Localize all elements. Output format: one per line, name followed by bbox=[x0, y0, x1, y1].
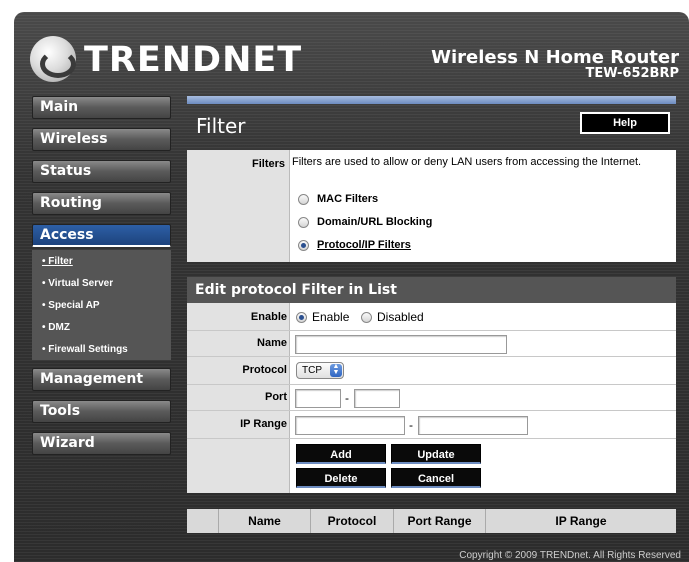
list-col-name: Name bbox=[219, 509, 311, 533]
list-col-protocol: Protocol bbox=[311, 509, 394, 533]
trendnet-logo-icon bbox=[30, 36, 76, 82]
submenu-item-virtual-server[interactable]: • Virtual Server bbox=[42, 278, 113, 289]
ip-range-label: IP Range bbox=[240, 418, 287, 430]
filters-label: Filters bbox=[187, 150, 290, 262]
disable-option-label[interactable]: Disabled bbox=[377, 310, 424, 324]
enable-label: Enable bbox=[250, 311, 287, 323]
page-title: Filter bbox=[196, 114, 246, 138]
protocol-select[interactable]: TCP ▲ ▼ bbox=[296, 362, 344, 379]
port-label: Port bbox=[265, 391, 287, 403]
list-col-ip-range: IP Range bbox=[555, 514, 607, 528]
sidebar-item-management[interactable]: Management bbox=[32, 368, 171, 391]
domain-url-blocking-label[interactable]: Domain/URL Blocking bbox=[317, 216, 432, 228]
row-divider bbox=[187, 356, 676, 357]
edit-section-title: Edit protocol Filter in List bbox=[187, 277, 676, 303]
main-header-strip bbox=[187, 96, 676, 104]
sidebar-item-status[interactable]: Status bbox=[32, 160, 171, 183]
ip-from-input[interactable] bbox=[295, 416, 405, 435]
select-arrows-icon: ▲ ▼ bbox=[330, 363, 342, 377]
port-separator: - bbox=[345, 391, 349, 405]
enable-radio[interactable] bbox=[296, 312, 307, 323]
add-button[interactable]: Add bbox=[296, 444, 386, 464]
sidebar-item-routing[interactable]: Routing bbox=[32, 192, 171, 215]
product-name: Wireless N Home Router bbox=[431, 47, 679, 68]
sidebar-item-main[interactable]: Main bbox=[32, 96, 171, 119]
row-divider bbox=[187, 438, 676, 439]
domain-url-blocking-radio[interactable] bbox=[298, 217, 309, 228]
model-name: TEW-652BRP bbox=[585, 66, 679, 81]
sidebar-item-wizard[interactable]: Wizard bbox=[32, 432, 171, 455]
disable-radio[interactable] bbox=[361, 312, 372, 323]
protocol-ip-filters-label[interactable]: Protocol/IP Filters bbox=[317, 239, 411, 251]
submenu-item-special-ap[interactable]: • Special AP bbox=[42, 300, 100, 311]
delete-button[interactable]: Delete bbox=[296, 468, 386, 488]
brand-logo-text: TRENDNET bbox=[84, 40, 303, 80]
filter-list-header: Name Protocol Port Range IP Range bbox=[187, 509, 676, 533]
sidebar-item-wireless[interactable]: Wireless bbox=[32, 128, 171, 151]
row-divider bbox=[187, 330, 676, 331]
cancel-button[interactable]: Cancel bbox=[391, 468, 481, 488]
ip-to-input[interactable] bbox=[418, 416, 528, 435]
row-divider bbox=[187, 410, 676, 411]
submenu-item-firewall-settings[interactable]: • Firewall Settings bbox=[42, 344, 128, 355]
submenu-item-dmz[interactable]: • DMZ bbox=[42, 322, 70, 333]
name-input[interactable] bbox=[295, 335, 507, 354]
update-button[interactable]: Update bbox=[391, 444, 481, 464]
sidebar-item-access[interactable]: Access bbox=[32, 224, 171, 247]
mac-filters-label[interactable]: MAC Filters bbox=[317, 193, 378, 205]
enable-option-label[interactable]: Enable bbox=[312, 310, 349, 324]
access-submenu: • Filter • Virtual Server • Special AP •… bbox=[32, 250, 171, 360]
ip-separator: - bbox=[409, 418, 413, 432]
help-button[interactable]: Help bbox=[580, 112, 670, 134]
row-divider bbox=[187, 384, 676, 385]
protocol-ip-filters-radio[interactable] bbox=[298, 240, 309, 251]
submenu-item-filter[interactable]: • Filter bbox=[42, 256, 73, 267]
sidebar-item-tools[interactable]: Tools bbox=[32, 400, 171, 423]
copyright-text: Copyright © 2009 TRENDnet. All Rights Re… bbox=[459, 550, 681, 561]
filters-description: Filters are used to allow or deny LAN us… bbox=[292, 156, 642, 168]
list-col-port-range: Port Range bbox=[394, 509, 486, 533]
name-label: Name bbox=[257, 337, 287, 349]
protocol-select-value: TCP bbox=[302, 365, 322, 376]
port-from-input[interactable] bbox=[295, 389, 341, 408]
protocol-label: Protocol bbox=[242, 364, 287, 376]
mac-filters-radio[interactable] bbox=[298, 194, 309, 205]
port-to-input[interactable] bbox=[354, 389, 400, 408]
list-col-select bbox=[187, 509, 219, 533]
